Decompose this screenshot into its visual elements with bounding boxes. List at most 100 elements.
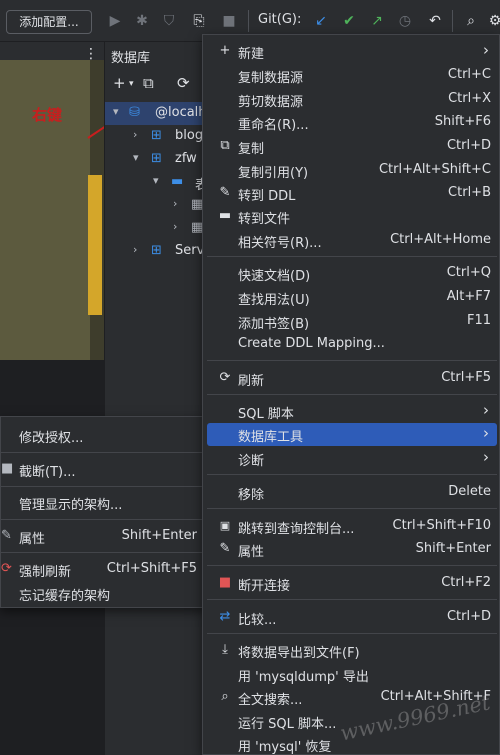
schema-icon: ⊞ <box>151 128 162 143</box>
git-update-icon[interactable]: ↙ <box>310 10 332 32</box>
database-panel: 数据库 + ▾ ⧉ ⟳ ▾ ⛁ @localho › ⊞ blog ▾ ⊞ zf… <box>104 42 215 755</box>
menu-item-label: 管理显示的架构... <box>19 498 123 513</box>
menu-item-goto-ddl[interactable]: ✎ 转到 DDL Ctrl+B <box>207 182 497 205</box>
schema-icon: ⊞ <box>151 151 162 166</box>
menu-separator <box>207 256 497 257</box>
menu-item-create-ddl-mapping[interactable]: Create DDL Mapping... <box>207 333 497 356</box>
tree-item-server-objects[interactable]: › ⊞ Server <box>105 240 215 263</box>
expand-arrow-icon[interactable]: ▾ <box>153 174 159 187</box>
menu-item-remove[interactable]: 移除 Delete <box>207 481 497 504</box>
dropdown-chevron-icon[interactable]: ▾ <box>129 79 134 89</box>
menu-item-shortcut: Ctrl+Shift+F5 <box>106 561 197 576</box>
expand-arrow-icon[interactable]: ▾ <box>133 151 139 164</box>
menu-item-copy-reference[interactable]: 复制引用(Y) Ctrl+Alt+Shift+C <box>207 159 497 182</box>
menu-item-label: 比较... <box>238 613 277 628</box>
menu-item-find-usages[interactable]: 查找用法(U) Alt+F7 <box>207 286 497 309</box>
tree-item-table[interactable]: › ▦ <box>105 194 215 217</box>
menu-item-new[interactable]: + 新建 › <box>207 40 497 63</box>
tree-item-datasource[interactable]: ▾ ⛁ @localho <box>105 102 215 125</box>
menu-item-shortcut: Ctrl+C <box>447 67 491 82</box>
menu-item-related-symbol[interactable]: 相关符号(R)... Ctrl+Alt+Home <box>207 229 497 252</box>
run-icon[interactable]: ▶ <box>104 10 126 32</box>
tree-item-schema[interactable]: ▾ ⊞ zfw <box>105 148 215 171</box>
menu-item-diagnostics[interactable]: 诊断 › <box>207 447 497 470</box>
search-everywhere-icon[interactable]: ⌕ <box>460 10 482 32</box>
menu-item-rename[interactable]: 重命名(R)... Shift+F6 <box>207 111 497 134</box>
git-commit-icon[interactable]: ✔ <box>338 10 360 32</box>
menu-item-database-tools[interactable]: 数据库工具 › <box>207 423 497 446</box>
coverage-icon[interactable]: ⛉ <box>158 10 180 32</box>
wrench-icon: ✎ <box>219 541 231 556</box>
submenu-item-force-refresh[interactable]: ⟳ 强制刷新 Ctrl+Shift+F5 <box>1 557 207 581</box>
tree-item-label: blog <box>175 128 204 143</box>
stop-run-icon[interactable]: ■ <box>218 10 240 32</box>
menu-item-compare[interactable]: ⇄ 比较... Ctrl+D <box>207 606 497 629</box>
add-icon[interactable]: + <box>113 74 126 92</box>
menu-item-shortcut: Ctrl+F5 <box>441 370 491 385</box>
git-history-icon[interactable]: ◷ <box>394 10 416 32</box>
submenu-item-truncate[interactable]: ■ 截断(T)... <box>1 457 207 481</box>
expand-arrow-icon[interactable]: › <box>173 197 177 210</box>
build-icon[interactable]: ⎘ <box>188 10 210 32</box>
menu-item-disconnect[interactable]: ■ 断开连接 Ctrl+F2 <box>207 572 497 595</box>
git-rollback-icon[interactable]: ↶ <box>424 10 446 32</box>
menu-item-add-bookmark[interactable]: 添加书签(B) F11 <box>207 310 497 333</box>
menu-item-shortcut: Ctrl+Alt+Home <box>390 232 491 247</box>
menu-item-export-data[interactable]: ⤓ 将数据导出到文件(F) <box>207 639 497 662</box>
mysql-datasource-icon: ⛁ <box>129 105 140 120</box>
menu-item-label: 跳转到查询控制台... <box>238 522 355 537</box>
menu-item-label: 相关符号(R)... <box>238 236 322 251</box>
expand-arrow-icon[interactable]: ▾ <box>113 105 119 118</box>
menu-item-jump-to-console[interactable]: ▣ 跳转到查询控制台... Ctrl+Shift+F10 <box>207 515 497 538</box>
menu-item-label: 转到 DDL <box>238 189 296 204</box>
tree-item-table[interactable]: › ▦ <box>105 217 215 240</box>
add-configuration-button[interactable]: 添加配置... <box>6 10 92 34</box>
menu-item-duplicate[interactable]: ⧉ 复制 Ctrl+D <box>207 135 497 158</box>
force-refresh-icon: ⟳ <box>1 561 12 576</box>
menu-item-label: 全文搜索... <box>238 693 303 708</box>
menu-item-shortcut: Shift+F6 <box>434 114 491 129</box>
refresh-icon[interactable]: ⟳ <box>177 74 190 92</box>
submenu-item-modify-grants[interactable]: 修改授权... <box>1 423 207 447</box>
tree-item-label: zfw <box>175 151 197 166</box>
menu-item-shortcut: F11 <box>466 313 491 328</box>
expand-arrow-icon[interactable]: › <box>133 128 137 141</box>
menu-item-shortcut: Ctrl+D <box>446 138 491 153</box>
menu-item-shortcut: Shift+Enter <box>415 541 491 556</box>
menu-item-label: 截断(T)... <box>19 465 76 480</box>
menu-item-copy-datasource[interactable]: 复制数据源 Ctrl+C <box>207 64 497 87</box>
tree-item-tables-folder[interactable]: ▾ ▬ 表 <box>105 171 215 194</box>
expand-arrow-icon[interactable]: › <box>133 243 137 256</box>
copy-icon[interactable]: ⧉ <box>143 74 154 92</box>
menu-item-properties[interactable]: ✎ 属性 Shift+Enter <box>207 538 497 561</box>
menu-item-goto-file[interactable]: ▬ 转到文件 <box>207 205 497 228</box>
debug-icon[interactable]: ✱ <box>131 10 153 32</box>
search-icon: ⌕ <box>221 689 229 704</box>
expand-arrow-icon[interactable]: › <box>173 220 177 233</box>
submenu-arrow-icon: › <box>483 424 489 442</box>
menu-item-refresh[interactable]: ⟳ 刷新 Ctrl+F5 <box>207 367 497 390</box>
database-toolbar: + ▾ ⧉ ⟳ <box>105 70 215 100</box>
menu-item-sql-scripts[interactable]: SQL 脚本 › <box>207 400 497 423</box>
menu-item-cut-datasource[interactable]: 剪切数据源 Ctrl+X <box>207 88 497 111</box>
edit-icon: ✎ <box>219 185 231 200</box>
menu-item-label: 添加书签(B) <box>238 317 310 332</box>
settings-icon[interactable]: ⚙ <box>484 10 500 32</box>
git-push-icon[interactable]: ↗ <box>366 10 388 32</box>
menu-item-label: 剪切数据源 <box>238 95 304 110</box>
menu-item-label: 复制引用(Y) <box>238 166 309 181</box>
submenu-item-manage-schemas[interactable]: 管理显示的架构... <box>1 490 207 514</box>
datasource-context-menu: + 新建 › 复制数据源 Ctrl+C 剪切数据源 Ctrl+X 重命名(R).… <box>202 34 500 755</box>
server-objects-icon: ⊞ <box>151 243 162 258</box>
menu-item-shortcut: Ctrl+Q <box>446 265 491 280</box>
right-click-annotation: 右键 <box>32 106 63 124</box>
submenu-item-properties[interactable]: ✎ 属性 Shift+Enter <box>1 524 207 548</box>
menu-item-mysqldump-export[interactable]: 用 'mysqldump' 导出 <box>207 663 497 686</box>
menu-item-label: 重命名(R)... <box>238 118 309 133</box>
highlight-marker <box>88 175 102 315</box>
menu-separator <box>207 360 497 361</box>
tree-item-schema[interactable]: › ⊞ blog <box>105 125 215 148</box>
menu-item-quick-doc[interactable]: 快速文档(D) Ctrl+Q <box>207 262 497 285</box>
menu-item-label: 诊断 <box>238 454 265 469</box>
submenu-item-forget-schemas[interactable]: 忘记缓存的架构 <box>1 581 207 605</box>
